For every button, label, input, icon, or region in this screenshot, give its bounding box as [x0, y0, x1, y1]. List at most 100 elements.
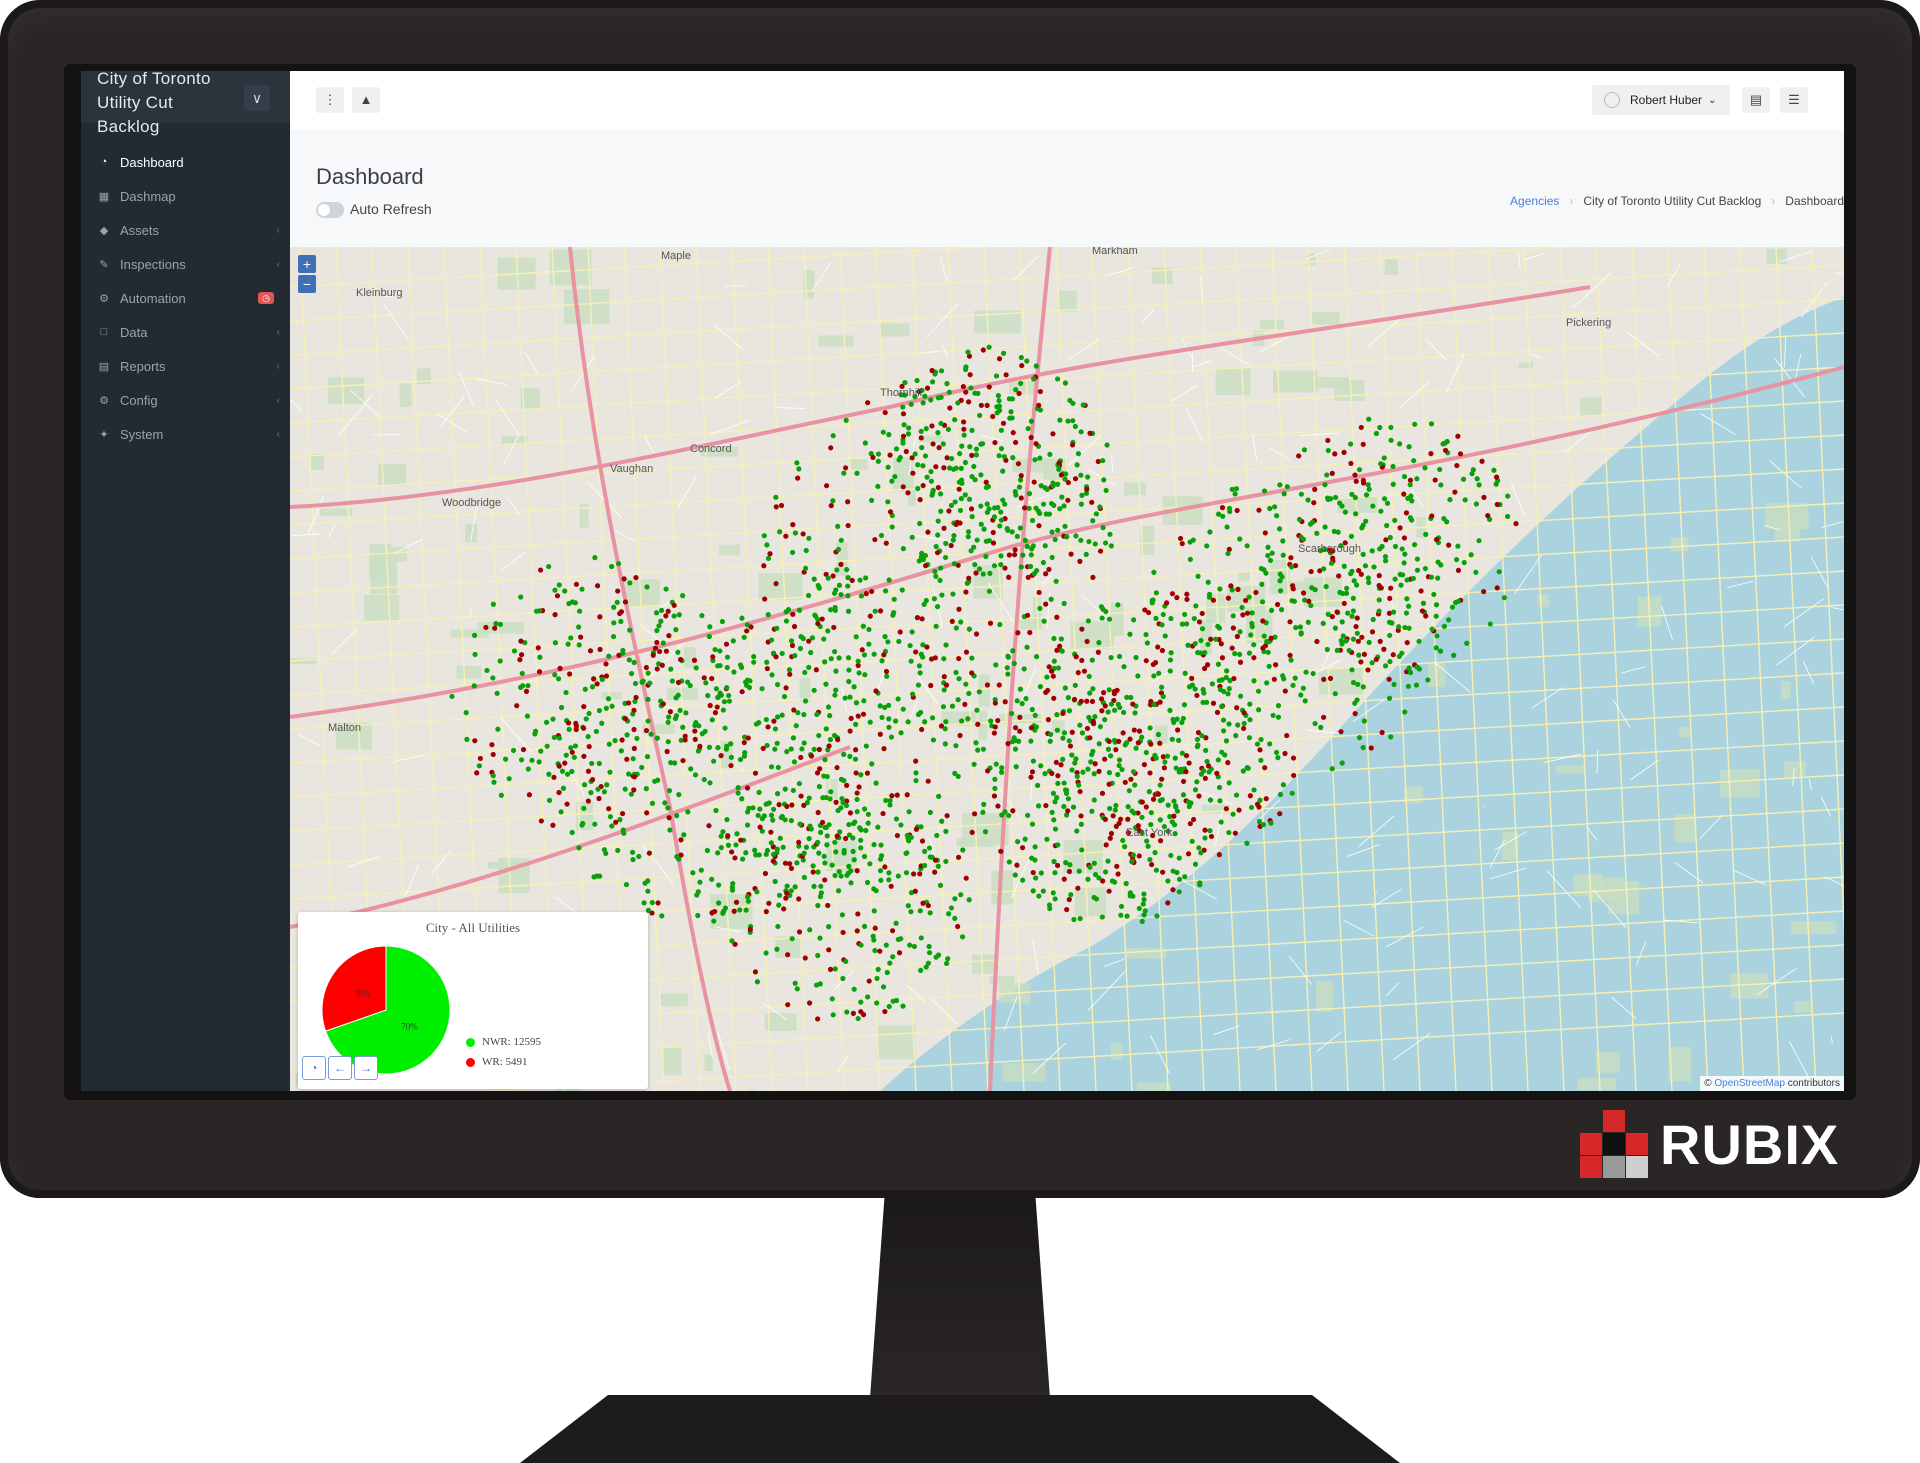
- utility-cut-marker[interactable]: [1195, 573, 1201, 579]
- utility-cut-marker[interactable]: [822, 757, 828, 763]
- utility-cut-marker[interactable]: [1008, 409, 1014, 415]
- utility-cut-marker[interactable]: [905, 903, 911, 909]
- utility-cut-marker[interactable]: [1139, 814, 1145, 820]
- utility-cut-marker[interactable]: [983, 538, 989, 544]
- utility-cut-marker[interactable]: [929, 367, 935, 374]
- utility-cut-marker[interactable]: [1069, 729, 1075, 735]
- utility-cut-marker[interactable]: [918, 428, 924, 435]
- utility-cut-marker[interactable]: [983, 553, 989, 560]
- utility-cut-marker[interactable]: [1390, 481, 1396, 487]
- utility-cut-marker[interactable]: [966, 575, 972, 581]
- utility-cut-marker[interactable]: [895, 873, 901, 879]
- utility-cut-marker[interactable]: [791, 623, 798, 630]
- utility-cut-marker[interactable]: [1360, 551, 1366, 558]
- sidebar-item-config[interactable]: ⚙ Config ‹: [81, 383, 290, 417]
- utility-cut-marker[interactable]: [966, 626, 973, 632]
- utility-cut-marker[interactable]: [768, 840, 774, 846]
- utility-cut-marker[interactable]: [739, 615, 745, 621]
- utility-cut-marker[interactable]: [1043, 802, 1049, 809]
- utility-cut-marker[interactable]: [790, 611, 796, 617]
- utility-cut-marker[interactable]: [1204, 543, 1210, 549]
- utility-cut-marker[interactable]: [639, 764, 645, 771]
- utility-cut-marker[interactable]: [1116, 738, 1122, 744]
- utility-cut-marker[interactable]: [1324, 646, 1330, 653]
- utility-cut-marker[interactable]: [897, 454, 903, 461]
- utility-cut-marker[interactable]: [877, 703, 883, 709]
- utility-cut-marker[interactable]: [615, 847, 621, 854]
- utility-cut-marker[interactable]: [915, 682, 922, 688]
- sidebar-item-data[interactable]: □ Data ‹: [81, 315, 290, 349]
- utility-cut-marker[interactable]: [1027, 629, 1033, 636]
- utility-cut-marker[interactable]: [1202, 835, 1208, 841]
- utility-cut-marker[interactable]: [875, 824, 881, 830]
- utility-cut-marker[interactable]: [1079, 657, 1085, 664]
- utility-cut-marker[interactable]: [884, 673, 890, 679]
- utility-cut-marker[interactable]: [1131, 617, 1137, 623]
- utility-cut-marker[interactable]: [1373, 656, 1379, 663]
- utility-cut-marker[interactable]: [1028, 418, 1035, 424]
- utility-cut-marker[interactable]: [633, 694, 639, 701]
- utility-cut-marker[interactable]: [1018, 564, 1024, 570]
- utility-cut-marker[interactable]: [1365, 667, 1371, 673]
- utility-cut-marker[interactable]: [1152, 660, 1159, 666]
- utility-cut-marker[interactable]: [1297, 624, 1303, 630]
- utility-cut-marker[interactable]: [813, 613, 819, 619]
- utility-cut-marker[interactable]: [1184, 591, 1190, 597]
- utility-cut-marker[interactable]: [677, 656, 684, 663]
- utility-cut-marker[interactable]: [1101, 477, 1107, 483]
- utility-cut-marker[interactable]: [798, 754, 804, 761]
- utility-cut-marker[interactable]: [1109, 878, 1116, 884]
- utility-cut-marker[interactable]: [893, 446, 900, 452]
- utility-cut-marker[interactable]: [1077, 915, 1083, 922]
- utility-cut-marker[interactable]: [865, 400, 871, 406]
- utility-cut-marker[interactable]: [1391, 609, 1397, 615]
- utility-cut-marker[interactable]: [1274, 513, 1280, 519]
- utility-cut-marker[interactable]: [1054, 376, 1061, 382]
- utility-cut-marker[interactable]: [1095, 649, 1101, 655]
- utility-cut-marker[interactable]: [995, 717, 1001, 724]
- utility-cut-marker[interactable]: [875, 451, 882, 457]
- utility-cut-marker[interactable]: [996, 356, 1003, 362]
- utility-cut-marker[interactable]: [1079, 730, 1086, 736]
- utility-cut-marker[interactable]: [1061, 803, 1067, 810]
- utility-cut-marker[interactable]: [1452, 489, 1458, 495]
- utility-cut-marker[interactable]: [1011, 660, 1017, 667]
- utility-cut-marker[interactable]: [841, 751, 847, 757]
- utility-cut-marker[interactable]: [1377, 638, 1383, 644]
- utility-cut-marker[interactable]: [603, 673, 610, 679]
- utility-cut-marker[interactable]: [1046, 664, 1052, 670]
- utility-cut-marker[interactable]: [857, 825, 863, 831]
- utility-cut-marker[interactable]: [698, 867, 704, 873]
- utility-cut-marker[interactable]: [1070, 400, 1076, 406]
- utility-cut-marker[interactable]: [1150, 796, 1157, 802]
- utility-cut-marker[interactable]: [914, 615, 921, 621]
- utility-cut-marker[interactable]: [1190, 816, 1197, 823]
- utility-cut-marker[interactable]: [833, 799, 839, 805]
- utility-cut-marker[interactable]: [935, 484, 941, 491]
- utility-cut-marker[interactable]: [1129, 859, 1135, 865]
- utility-cut-marker[interactable]: [1169, 736, 1175, 742]
- utility-cut-marker[interactable]: [968, 548, 974, 554]
- utility-cut-marker[interactable]: [712, 908, 718, 915]
- utility-cut-marker[interactable]: [1004, 665, 1010, 671]
- utility-cut-marker[interactable]: [1182, 670, 1188, 676]
- utility-cut-marker[interactable]: [803, 565, 809, 571]
- utility-cut-marker[interactable]: [934, 550, 941, 556]
- utility-cut-marker[interactable]: [1036, 402, 1042, 408]
- utility-cut-marker[interactable]: [557, 665, 563, 671]
- utility-cut-marker[interactable]: [796, 929, 803, 935]
- utility-cut-marker[interactable]: [1085, 618, 1091, 624]
- utility-cut-marker[interactable]: [847, 694, 853, 700]
- utility-cut-marker[interactable]: [1280, 552, 1286, 558]
- utility-cut-marker[interactable]: [523, 688, 530, 694]
- utility-cut-marker[interactable]: [1155, 731, 1162, 738]
- utility-cut-marker[interactable]: [666, 714, 672, 720]
- utility-cut-marker[interactable]: [1332, 691, 1338, 697]
- utility-cut-marker[interactable]: [644, 810, 650, 816]
- utility-cut-marker[interactable]: [807, 927, 813, 933]
- utility-cut-marker[interactable]: [1397, 525, 1403, 531]
- utility-cut-marker[interactable]: [1356, 652, 1362, 658]
- utility-cut-marker[interactable]: [1046, 511, 1053, 517]
- utility-cut-marker[interactable]: [1006, 812, 1012, 819]
- utility-cut-marker[interactable]: [656, 623, 662, 629]
